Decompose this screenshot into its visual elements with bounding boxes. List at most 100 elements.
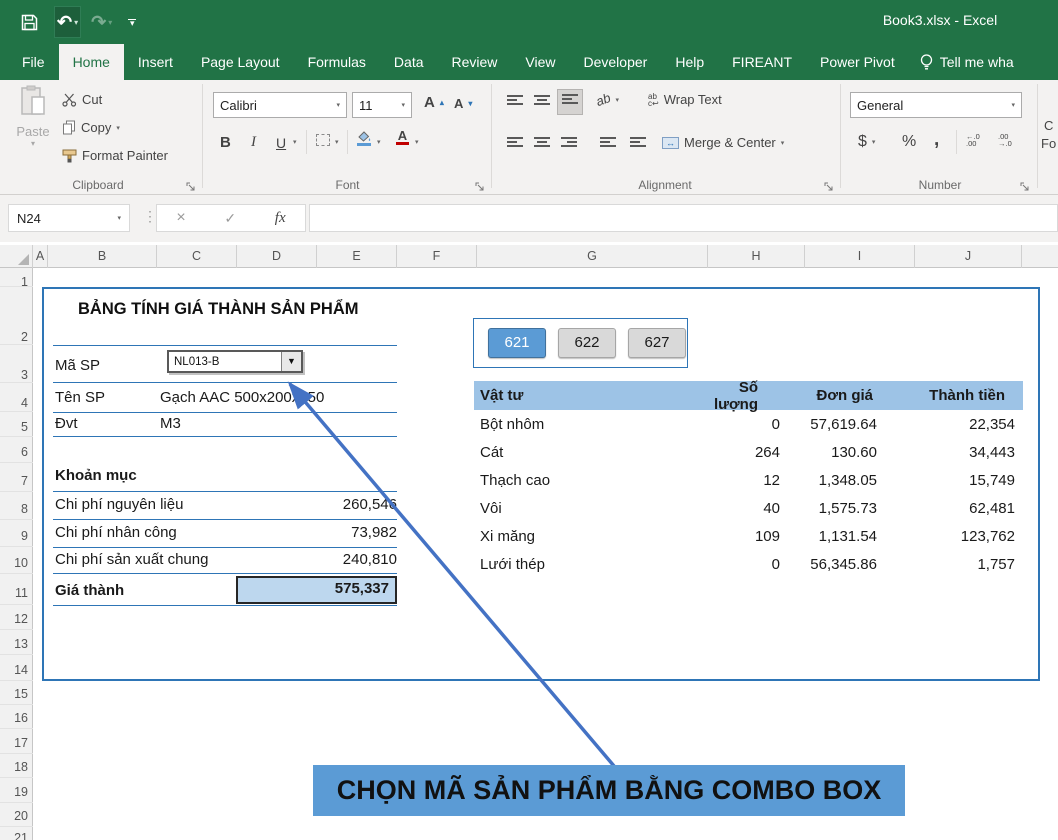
customize-qat-button[interactable]: ▾ [128, 19, 136, 26]
row-header[interactable]: 6 [0, 437, 33, 463]
column-header-h[interactable]: H [708, 245, 805, 268]
row-header[interactable]: 5 [0, 412, 33, 437]
tab-home[interactable]: Home [59, 44, 124, 80]
row-header[interactable]: 3 [0, 345, 33, 383]
column-header-j[interactable]: J [915, 245, 1022, 268]
tell-me-box[interactable]: Tell me wha [909, 44, 1024, 80]
row-header[interactable]: 9 [0, 520, 33, 547]
fill-color-dropdown-icon[interactable]: ▾ [377, 138, 381, 146]
column-header-k-partial[interactable] [1022, 245, 1058, 268]
font-size-combobox[interactable]: 11 ▾ [352, 92, 412, 118]
column-header-e[interactable]: E [317, 245, 397, 268]
bold-button[interactable]: B [216, 130, 235, 155]
underline-button[interactable]: U [272, 131, 290, 155]
column-header-c[interactable]: C [157, 245, 237, 268]
tab-formulas[interactable]: Formulas [294, 44, 380, 80]
name-box-dropdown-icon[interactable]: ▾ [117, 214, 121, 222]
format-painter-button[interactable]: Format Painter [62, 148, 168, 163]
row-header[interactable]: 15 [0, 681, 33, 705]
tab-view[interactable]: View [511, 44, 569, 80]
tab-power-pivot[interactable]: Power Pivot [806, 44, 909, 80]
row-header[interactable]: 8 [0, 492, 33, 520]
currency-button[interactable]: $▾ [858, 133, 875, 151]
row-header[interactable]: 20 [0, 803, 33, 827]
row-header[interactable]: 19 [0, 778, 33, 803]
select-all-button[interactable] [0, 245, 33, 268]
row-header[interactable]: 21 [0, 827, 33, 840]
font-family-combobox[interactable]: Calibri ▾ [213, 92, 347, 118]
undo-button[interactable]: ↶ ▾ [54, 6, 81, 38]
name-box[interactable]: N24 ▾ [8, 204, 130, 232]
combobox-dropdown-button[interactable]: ▼ [281, 352, 301, 371]
percent-button[interactable]: % [902, 133, 916, 151]
font-color-dropdown-icon[interactable]: ▾ [415, 138, 419, 146]
align-center-button[interactable] [530, 132, 554, 158]
row-header[interactable]: 13 [0, 630, 33, 655]
tab-file[interactable]: File [8, 44, 59, 80]
column-header-d[interactable]: D [237, 245, 317, 268]
italic-button[interactable]: I [247, 130, 260, 155]
shrink-font-button[interactable]: A▾ [454, 96, 472, 111]
tab-review[interactable]: Review [438, 44, 512, 80]
row-header[interactable]: 11 [0, 574, 33, 605]
copy-button[interactable]: Copy ▾ [62, 120, 120, 135]
row-header[interactable]: 1 [0, 268, 33, 287]
row-header[interactable]: 16 [0, 705, 33, 729]
number-dialog-launcher[interactable] [1020, 179, 1032, 191]
orientation-button[interactable]: ab▾ [596, 92, 619, 107]
column-header-a[interactable]: A [33, 245, 48, 268]
account-button-627[interactable]: 627 [628, 328, 686, 358]
redo-button[interactable]: ↷ ▾ [91, 13, 112, 31]
undo-dropdown-icon[interactable]: ▾ [74, 18, 78, 27]
enter-button[interactable]: ✓ [224, 210, 236, 227]
tab-data[interactable]: Data [380, 44, 438, 80]
clipboard-dialog-launcher[interactable] [186, 179, 198, 191]
font-color-button[interactable]: A [396, 130, 409, 145]
merge-center-button[interactable]: ↔ Merge & Center ▾ [662, 135, 784, 150]
column-header-b[interactable]: B [48, 245, 157, 268]
borders-dropdown-icon[interactable]: ▾ [335, 138, 339, 146]
formula-input[interactable] [309, 204, 1058, 232]
tab-help[interactable]: Help [661, 44, 718, 80]
row-header[interactable]: 14 [0, 655, 33, 681]
tab-insert[interactable]: Insert [124, 44, 187, 80]
cut-button[interactable]: Cut [62, 92, 102, 107]
tab-fireant[interactable]: FIREANT [718, 44, 806, 80]
row-header[interactable]: 7 [0, 463, 33, 492]
formula-bar-grip[interactable]: ⋮ [143, 208, 157, 225]
account-button-621[interactable]: 621 [488, 328, 546, 358]
column-header-f[interactable]: F [397, 245, 477, 268]
borders-icon[interactable] [316, 134, 330, 146]
number-format-combobox[interactable]: General ▾ [850, 92, 1022, 118]
row-header[interactable]: 17 [0, 729, 33, 754]
row-header[interactable]: 18 [0, 754, 33, 778]
grow-font-button[interactable]: A▴ [424, 94, 444, 111]
row-header[interactable]: 2 [0, 287, 33, 345]
row-header[interactable]: 12 [0, 605, 33, 630]
fill-color-button[interactable] [356, 130, 372, 146]
paste-button[interactable]: Paste ▾ [8, 85, 58, 148]
row-header[interactable]: 4 [0, 383, 33, 412]
align-right-button[interactable] [557, 132, 581, 158]
comma-style-button[interactable]: , [934, 129, 939, 151]
alignment-dialog-launcher[interactable] [824, 179, 836, 191]
decrease-decimal-button[interactable]: .00→.0 [998, 133, 1012, 147]
wrap-text-button[interactable]: abc↩ Wrap Text [648, 92, 722, 107]
tab-developer[interactable]: Developer [570, 44, 662, 80]
decrease-indent-button[interactable] [596, 132, 620, 158]
product-code-combobox[interactable]: NL013-B ▼ [167, 350, 303, 373]
align-middle-button[interactable] [530, 90, 554, 116]
column-header-i[interactable]: I [805, 245, 915, 268]
underline-dropdown-icon[interactable]: ▾ [293, 138, 297, 146]
account-button-622[interactable]: 622 [558, 328, 616, 358]
increase-indent-button[interactable] [626, 132, 650, 158]
insert-function-button[interactable]: fx [275, 210, 286, 227]
align-top-button[interactable] [503, 90, 527, 116]
row-header[interactable]: 10 [0, 547, 33, 574]
increase-decimal-button[interactable]: ←.0.00 [966, 133, 980, 147]
save-button[interactable] [14, 7, 44, 37]
align-left-button[interactable] [503, 132, 527, 158]
cancel-button[interactable]: × [176, 209, 185, 227]
align-bottom-button[interactable] [557, 89, 583, 115]
font-dialog-launcher[interactable] [475, 179, 487, 191]
